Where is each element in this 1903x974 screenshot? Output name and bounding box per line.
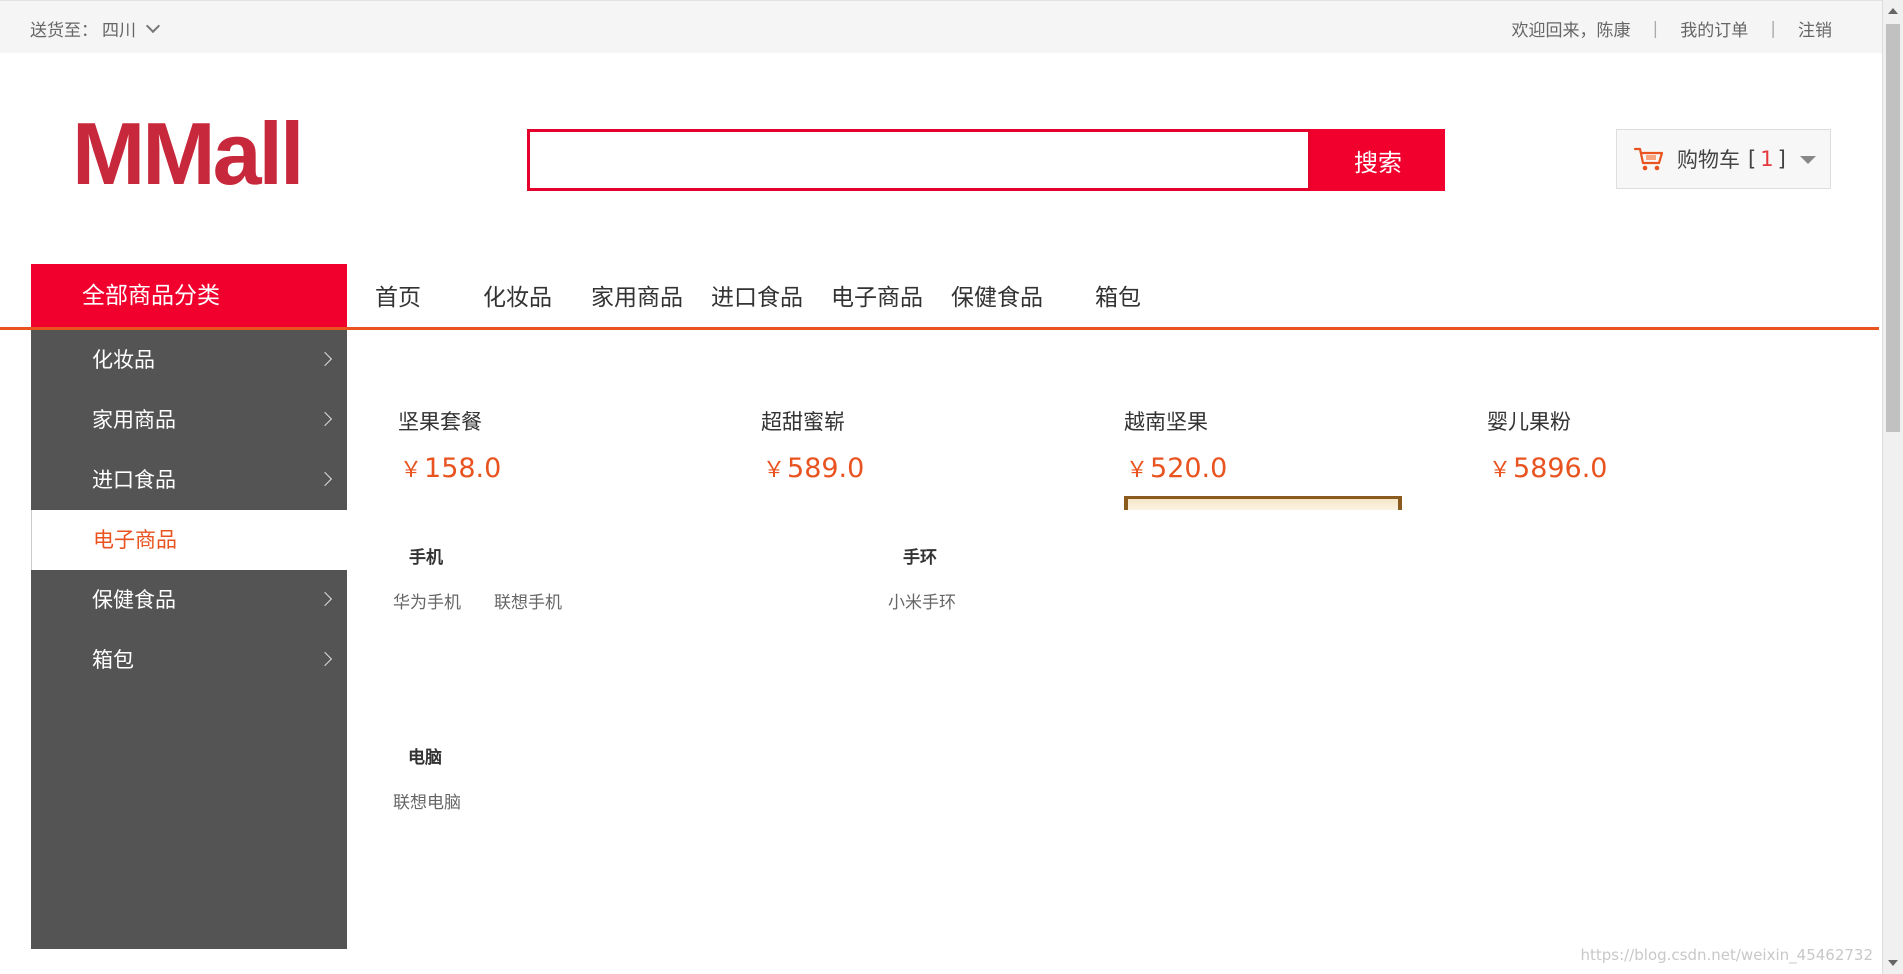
sidebar-item-label: 电子商品: [93, 528, 177, 552]
delivery-region: 四川: [102, 21, 136, 41]
subcategory-link-xiaomi-band[interactable]: 小米手环: [888, 588, 956, 613]
sidebar-item-imported-food[interactable]: 进口食品: [31, 450, 347, 510]
subcategory-link-lenovo-phone[interactable]: 联想手机: [494, 588, 562, 613]
product-name[interactable]: 超甜蜜崭: [761, 406, 845, 436]
product-price: ￥5896.0: [1489, 452, 1608, 484]
cart-icon: [1633, 147, 1664, 171]
nav-link-household[interactable]: 家用商品: [591, 278, 683, 312]
page-scrollbar[interactable]: [1882, 0, 1903, 974]
chevron-right-icon: [317, 591, 333, 607]
separator: |: [1652, 18, 1659, 39]
sidebar-item-label: 化妆品: [92, 348, 155, 372]
nav-link-imported-food[interactable]: 进口食品: [711, 278, 803, 312]
nav-link-cosmetics[interactable]: 化妆品: [483, 278, 552, 312]
subcategory-title-phone: 手机: [409, 548, 443, 568]
currency-symbol: ￥: [1489, 458, 1512, 483]
subcategory-title-computer: 电脑: [408, 748, 442, 768]
category-sidebar: 化妆品 家用商品 进口食品 电子商品 保健食品 箱包: [31, 330, 347, 949]
chevron-down-icon[interactable]: [145, 18, 161, 34]
caret-down-icon: [1800, 156, 1816, 164]
chevron-right-icon: [317, 351, 333, 367]
product-price: ￥520.0: [1126, 452, 1227, 484]
product-name[interactable]: 坚果套餐: [398, 406, 482, 436]
sidebar-item-electronics[interactable]: 电子商品: [31, 510, 347, 570]
user-links: 欢迎回来，陈康 | 我的订单 | 注销: [1511, 16, 1832, 42]
search-input[interactable]: [527, 129, 1311, 191]
sidebar-item-label: 箱包: [92, 648, 134, 672]
price-value: 5896.0: [1513, 453, 1608, 484]
product-image[interactable]: [1124, 496, 1402, 510]
chevron-right-icon: [317, 411, 333, 427]
delivery-prefix: 送货至：: [30, 21, 98, 41]
nav-link-electronics[interactable]: 电子商品: [831, 278, 923, 312]
scroll-down-icon[interactable]: [1888, 960, 1898, 966]
product-name[interactable]: 越南坚果: [1124, 406, 1208, 436]
separator: |: [1770, 18, 1776, 39]
watermark: https://blog.csdn.net/weixin_45462732: [1580, 946, 1873, 964]
product-name[interactable]: 婴儿果粉: [1487, 406, 1571, 436]
sidebar-item-household[interactable]: 家用商品: [31, 390, 347, 450]
my-orders-link[interactable]: 我的订单: [1680, 16, 1748, 41]
sidebar-item-label: 家用商品: [92, 408, 176, 432]
price-value: 520.0: [1150, 453, 1228, 484]
scroll-thumb[interactable]: [1886, 24, 1900, 432]
subcategory-link-huawei-phone[interactable]: 华为手机: [393, 588, 461, 613]
nav-link-bags[interactable]: 箱包: [1095, 278, 1141, 312]
cart-bracket-open: [: [1748, 147, 1757, 171]
sidebar-item-bags[interactable]: 箱包: [31, 630, 347, 690]
all-categories-button[interactable]: 全部商品分类: [31, 264, 347, 329]
top-bar: 送货至： 四川 欢迎回来，陈康 | 我的订单 | 注销: [0, 0, 1882, 53]
chevron-right-icon: [317, 471, 333, 487]
logout-link[interactable]: 注销: [1798, 16, 1832, 41]
currency-symbol: ￥: [763, 458, 786, 483]
cart-button[interactable]: 购物车 [ 1 ]: [1616, 129, 1831, 189]
product-price: ￥158.0: [400, 452, 501, 484]
chevron-right-icon: [317, 651, 333, 667]
welcome-text: 欢迎回来，陈康: [1511, 21, 1631, 41]
cart-count: 1: [1760, 147, 1774, 171]
cart-bracket-close: ]: [1777, 147, 1786, 171]
sidebar-item-cosmetics[interactable]: 化妆品: [31, 330, 347, 390]
search-button[interactable]: 搜索: [1311, 129, 1445, 191]
subcategory-title-band: 手环: [903, 548, 937, 568]
sidebar-item-label: 进口食品: [92, 468, 176, 492]
site-logo[interactable]: MMall: [72, 110, 304, 198]
price-value: 589.0: [787, 453, 865, 484]
currency-symbol: ￥: [1126, 458, 1149, 483]
delivery-location[interactable]: 送货至： 四川: [30, 16, 161, 41]
cart-label: 购物车: [1677, 148, 1740, 172]
scroll-up-icon[interactable]: [1888, 8, 1898, 14]
nav-link-home[interactable]: 首页: [375, 278, 421, 312]
sidebar-item-label: 保健食品: [92, 588, 176, 612]
subcategory-link-lenovo-computer[interactable]: 联想电脑: [393, 788, 461, 813]
nav-link-health-food[interactable]: 保健食品: [951, 278, 1043, 312]
sidebar-item-health-food[interactable]: 保健食品: [31, 570, 347, 630]
currency-symbol: ￥: [400, 458, 423, 483]
price-value: 158.0: [424, 453, 502, 484]
product-price: ￥589.0: [763, 452, 864, 484]
